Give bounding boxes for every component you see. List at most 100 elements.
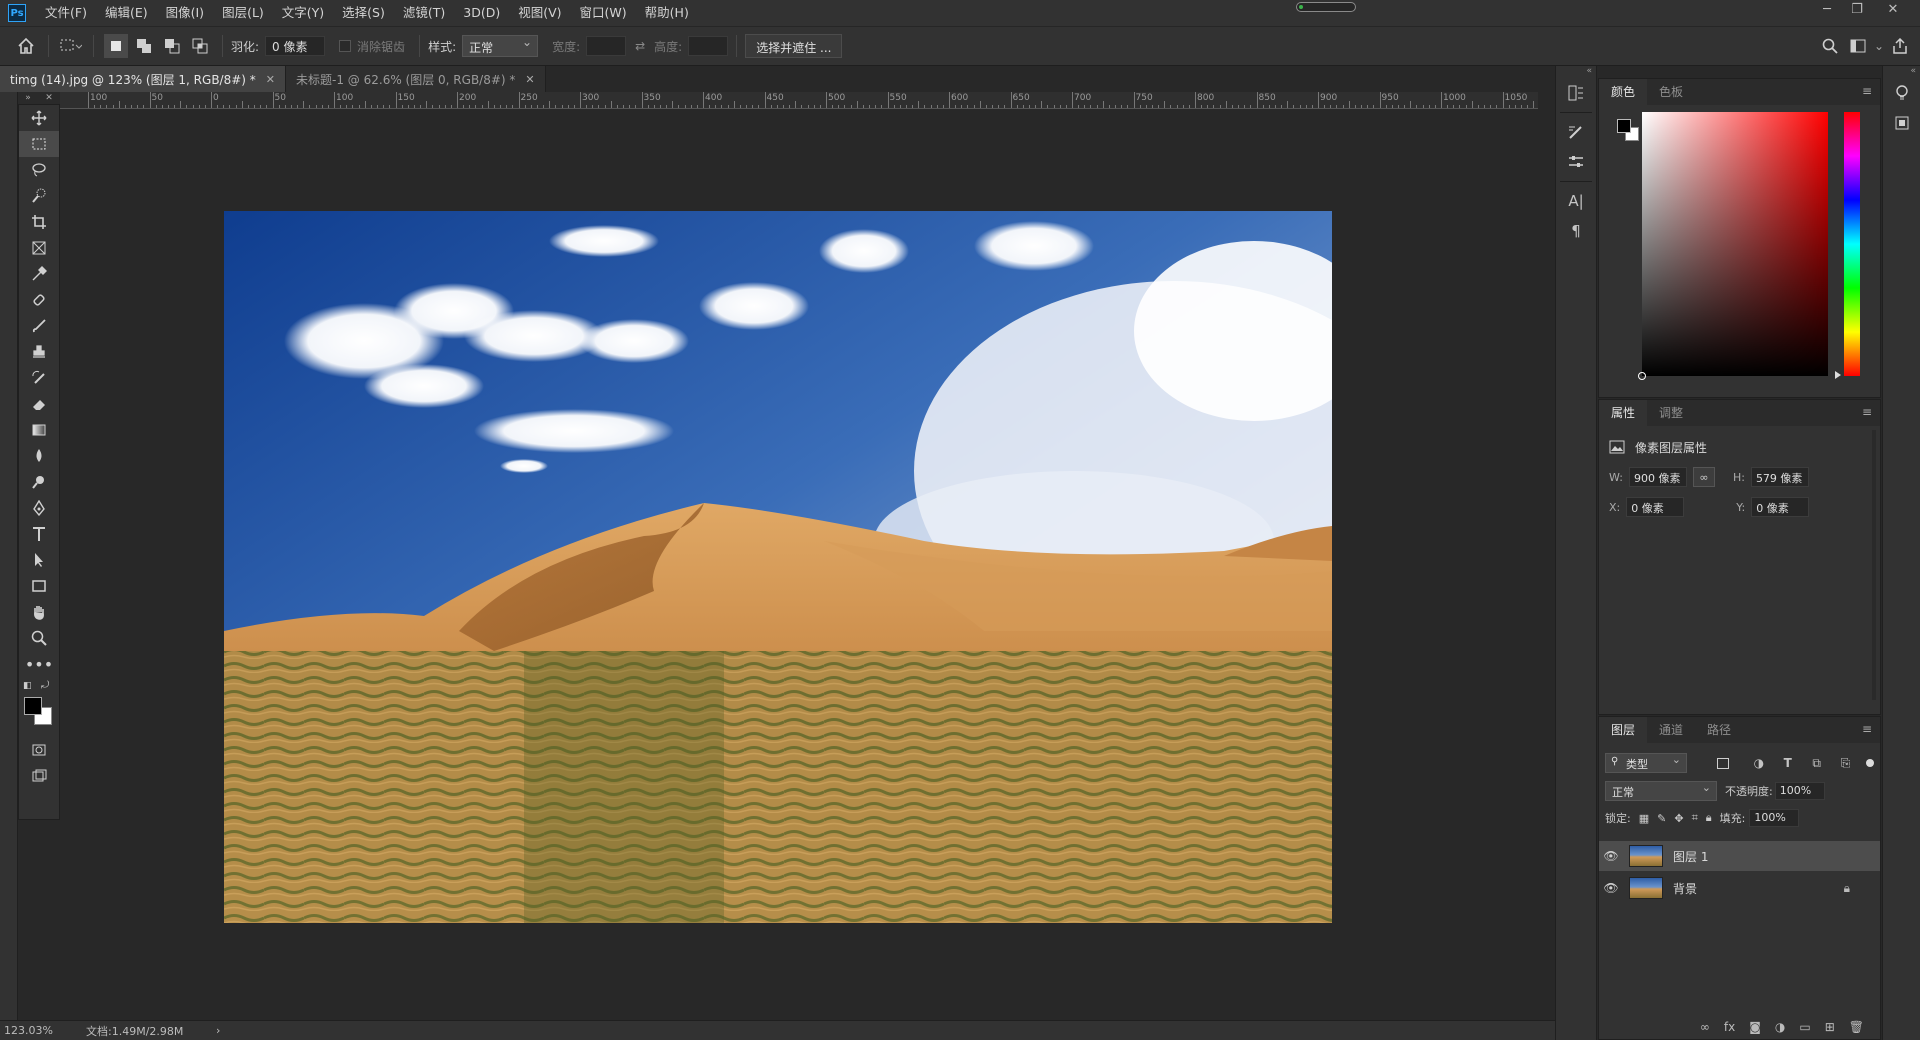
brush-icon[interactable] — [19, 313, 59, 339]
zoom-level[interactable]: 123.03% — [4, 1024, 86, 1037]
brush-settings-icon[interactable] — [1558, 119, 1594, 145]
default-colors-icon[interactable]: ◧ — [23, 681, 32, 691]
more-tools-icon[interactable]: ••• — [19, 651, 59, 677]
collapse-icon[interactable]: « — [1556, 66, 1596, 76]
hue-slider-handle[interactable] — [1835, 371, 1841, 379]
saturation-brightness-field[interactable] — [1638, 112, 1828, 380]
foreground-color-swatch[interactable] — [24, 697, 42, 715]
tab-layers[interactable]: 图层 — [1599, 717, 1648, 743]
close-icon[interactable]: ✕ — [45, 93, 53, 103]
tab-swatches[interactable]: 色板 — [1647, 79, 1695, 105]
new-adjustment-icon[interactable]: ◑ — [1775, 1020, 1785, 1034]
layer-style-icon[interactable]: fx — [1724, 1020, 1735, 1034]
menu-window[interactable]: 窗口(W) — [571, 0, 636, 26]
menu-edit[interactable]: 编辑(E) — [96, 0, 157, 26]
close-icon[interactable]: ✕ — [266, 73, 275, 86]
filter-toggle-icon[interactable] — [1865, 759, 1874, 767]
tab-document-1[interactable]: timg (14).jpg @ 123% (图层 1, RGB/8#) * ✕ — [0, 66, 287, 92]
new-selection-icon[interactable] — [104, 34, 128, 58]
feather-input[interactable]: 0 像素 — [265, 36, 326, 56]
menu-view[interactable]: 视图(V) — [509, 0, 570, 26]
rectangular-marquee-icon[interactable] — [19, 131, 59, 157]
eye-icon[interactable]: 👁︎ — [1599, 849, 1623, 863]
pen-icon[interactable] — [19, 495, 59, 521]
history-brush-icon[interactable] — [19, 365, 59, 391]
close-icon[interactable]: ✕ — [525, 73, 534, 86]
tab-properties[interactable]: 属性 — [1599, 400, 1648, 426]
filter-smart-object-icon[interactable]: ⎘ — [1835, 750, 1857, 776]
type-tool-icon[interactable] — [19, 521, 59, 547]
path-selection-icon[interactable] — [19, 547, 59, 573]
panel-menu-icon[interactable]: ≡ — [1862, 84, 1872, 98]
layer-name[interactable]: 背景 — [1673, 880, 1697, 897]
hue-slider[interactable] — [1844, 112, 1860, 376]
lock-all-icon[interactable]: 🔒︎ — [1706, 811, 1712, 825]
zoom-icon[interactable] — [19, 625, 59, 651]
width-field[interactable]: 900 像素 — [1628, 467, 1687, 487]
toolbar-header[interactable]: » ✕ — [18, 92, 60, 104]
move-tool-icon[interactable] — [19, 105, 59, 131]
crop-icon[interactable] — [19, 209, 59, 235]
link-layers-icon[interactable]: ∞ — [1700, 1020, 1710, 1034]
panel-menu-icon[interactable]: ≡ — [1862, 722, 1872, 736]
adjustment-sliders-icon[interactable] — [1558, 149, 1594, 175]
menu-file[interactable]: 文件(F) — [36, 0, 96, 26]
tab-color[interactable]: 颜色 — [1599, 79, 1648, 105]
search-icon[interactable] — [1818, 34, 1842, 58]
height-input[interactable] — [688, 36, 729, 56]
foreground-color-swatch[interactable] — [1617, 119, 1631, 133]
restore-icon[interactable]: ❐ — [1844, 0, 1870, 22]
home-icon[interactable] — [14, 34, 38, 58]
select-and-mask-button[interactable]: 选择并遮住 ... — [745, 34, 843, 58]
eye-icon[interactable]: 👁︎ — [1599, 881, 1623, 895]
lock-transparent-icon[interactable]: ▦ — [1639, 812, 1649, 825]
lock-artboard-icon[interactable]: ⌗ — [1692, 811, 1698, 825]
fill-input[interactable]: 100% — [1749, 809, 1800, 827]
tab-paths[interactable]: 路径 — [1695, 717, 1743, 743]
menu-filter[interactable]: 滤镜(T) — [394, 0, 454, 26]
filter-adjustment-icon[interactable]: ◑ — [1748, 750, 1770, 776]
document-image[interactable] — [224, 211, 1332, 923]
quick-selection-icon[interactable] — [19, 183, 59, 209]
eyedropper-icon[interactable] — [19, 261, 59, 287]
clone-stamp-icon[interactable] — [19, 339, 59, 365]
y-field[interactable]: 0 像素 — [1751, 497, 1810, 517]
character-icon[interactable]: A| — [1558, 188, 1594, 214]
rectangle-shape-icon[interactable] — [19, 573, 59, 599]
workspace-icon[interactable] — [1846, 34, 1870, 58]
x-field[interactable]: 0 像素 — [1626, 497, 1685, 517]
marquee-preset-icon[interactable] — [59, 34, 83, 58]
swap-colors-icon[interactable]: ⤾ — [41, 680, 49, 691]
dodge-icon[interactable] — [19, 469, 59, 495]
close-icon[interactable]: ✕ — [1880, 0, 1906, 22]
layer-filter-select[interactable]: ⚲ 类型 — [1605, 753, 1687, 773]
add-mask-icon[interactable]: ◙ — [1749, 1020, 1761, 1034]
eraser-icon[interactable] — [19, 391, 59, 417]
menu-help[interactable]: 帮助(H) — [636, 0, 698, 26]
menu-3d[interactable]: 3D(D) — [454, 0, 509, 26]
intersect-selection-icon[interactable] — [188, 34, 212, 58]
menu-type[interactable]: 文字(Y) — [273, 0, 333, 26]
chevron-down-icon[interactable]: ⌄ — [1874, 34, 1884, 58]
new-layer-icon[interactable]: ⊞ — [1825, 1020, 1835, 1034]
minimize-icon[interactable]: ─ — [1814, 0, 1840, 22]
tab-channels[interactable]: 通道 — [1647, 717, 1695, 743]
scrollbar[interactable] — [1872, 430, 1876, 700]
add-selection-icon[interactable] — [132, 34, 156, 58]
history-icon[interactable] — [1558, 80, 1594, 106]
blur-icon[interactable] — [19, 443, 59, 469]
antialias-checkbox[interactable] — [339, 40, 352, 52]
healing-brush-icon[interactable] — [19, 287, 59, 313]
subtract-selection-icon[interactable] — [160, 34, 184, 58]
filter-pixel-icon[interactable] — [1705, 750, 1741, 776]
filter-shape-icon[interactable]: ⧉ — [1806, 750, 1828, 776]
learn-icon[interactable] — [1884, 80, 1920, 106]
swap-dimensions-icon[interactable]: ⇄ — [628, 34, 652, 58]
style-select[interactable]: 正常 — [462, 35, 539, 57]
delete-layer-icon[interactable]: 🗑︎ — [1849, 1020, 1864, 1034]
height-field[interactable]: 579 像素 — [1750, 467, 1809, 487]
opacity-input[interactable]: 100% — [1774, 782, 1825, 800]
canvas-area[interactable] — [60, 109, 1538, 1020]
lock-position-icon[interactable]: ✥ — [1674, 812, 1683, 825]
status-menu-arrow[interactable]: › — [216, 1024, 220, 1037]
